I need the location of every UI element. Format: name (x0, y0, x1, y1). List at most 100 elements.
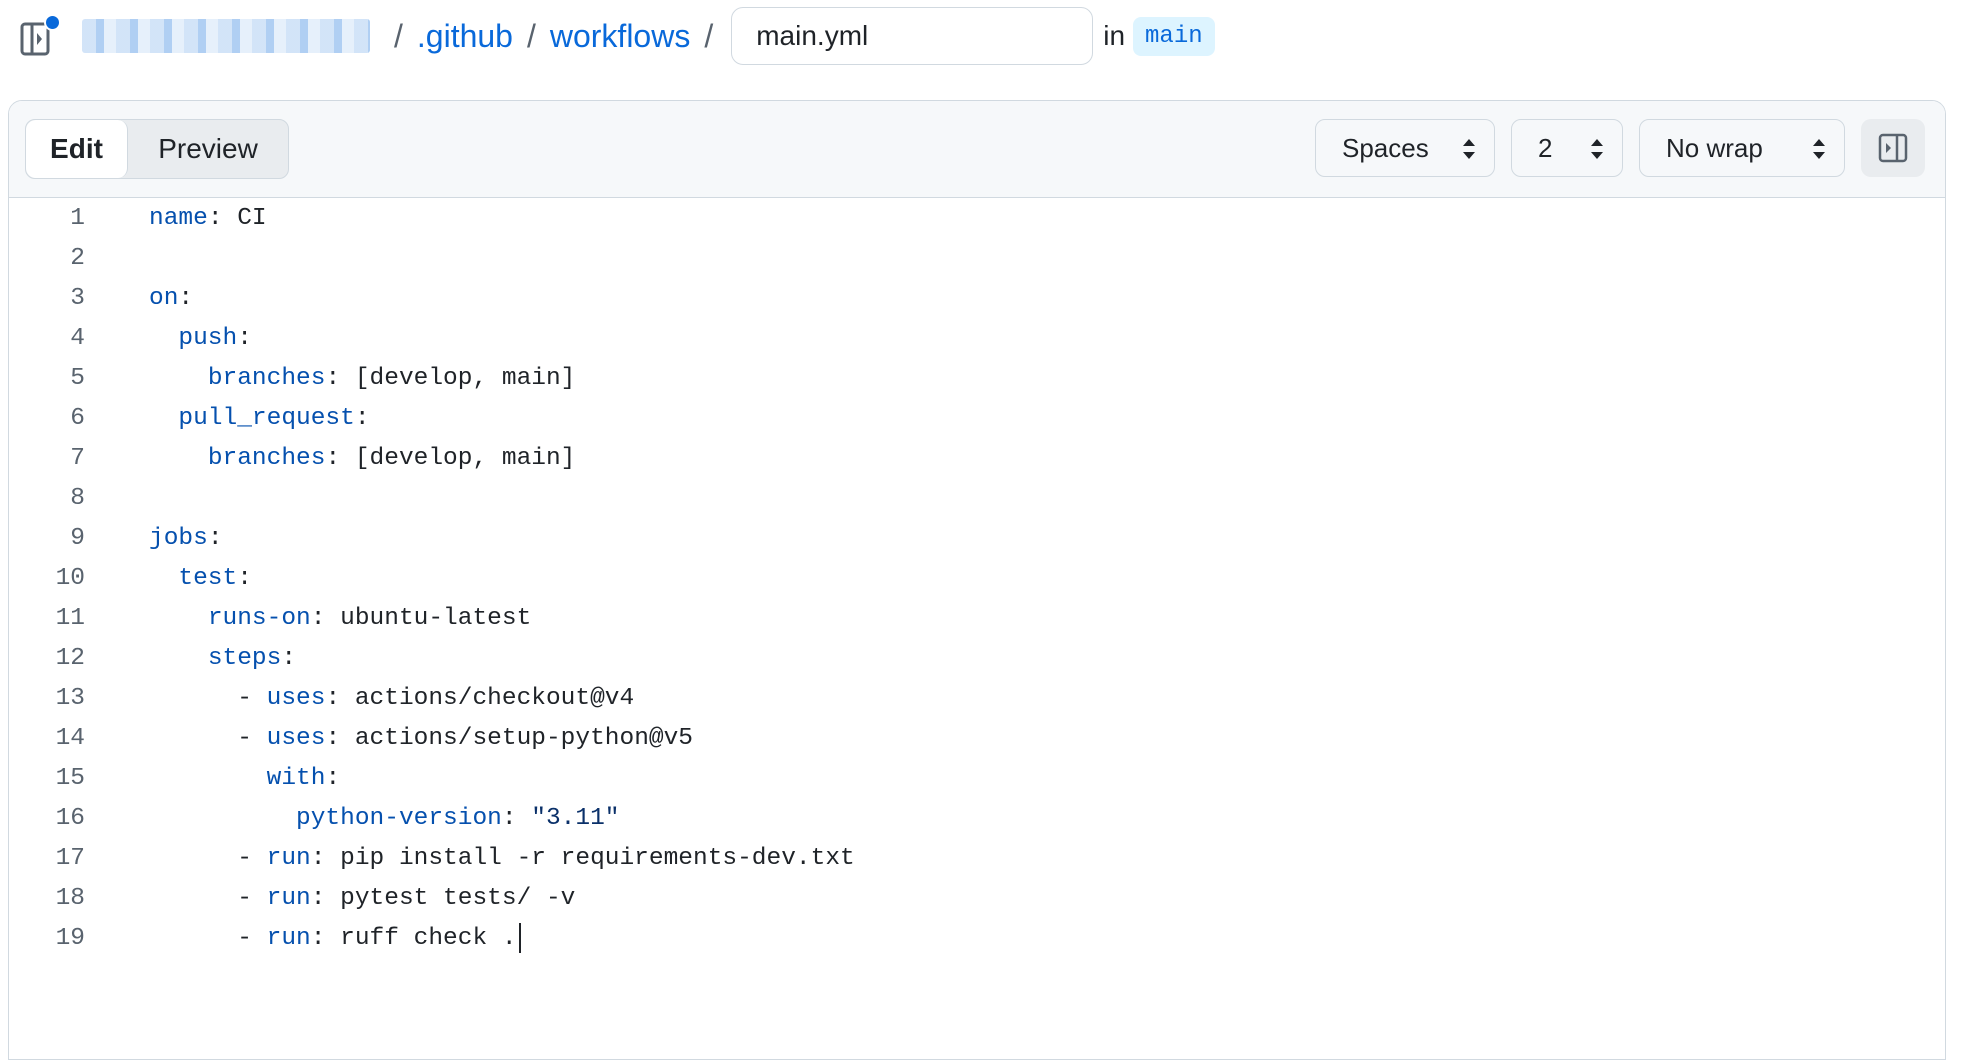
line-text: steps: (149, 639, 296, 679)
code-line[interactable]: 17 - run: pip install -r requirements-de… (9, 839, 1945, 879)
file-header: / .github / workflows / in main (0, 0, 1962, 90)
line-text: - uses: actions/setup-python@v5 (149, 719, 693, 759)
line-number: 9 (70, 525, 85, 552)
breadcrumb: / .github / workflows / in main (82, 6, 1215, 66)
code-line[interactable]: 5 branches: [develop, main] (9, 359, 1945, 399)
indent-size-value: 2 (1538, 132, 1553, 163)
breadcrumb-separator: / (704, 17, 714, 54)
wrap-mode-value: No wrap (1666, 132, 1763, 163)
yaml-key: python-version (296, 805, 502, 832)
yaml-text: : (178, 285, 194, 312)
yaml-text (149, 765, 267, 792)
yaml-key: pull_request (178, 405, 355, 432)
code-line[interactable]: 19 - run: ruff check . (9, 919, 1945, 959)
code-lines[interactable]: 1 name: CI 2 3 on: 4 push: 5 branches: [develo… (9, 199, 1945, 959)
line-number: 4 (70, 325, 85, 352)
yaml-text: : [develop, main] (325, 445, 576, 472)
yaml-text: : [develop, main] (325, 365, 576, 392)
breadcrumb-separator: / (394, 17, 403, 54)
select-arrows-icon (1591, 139, 1603, 159)
toggle-side-panel-button[interactable] (1861, 119, 1925, 177)
code-line[interactable]: 6 pull_request: (9, 399, 1945, 439)
select-arrows-icon (1463, 139, 1475, 159)
line-text: branches: [develop, main] (149, 359, 576, 399)
code-line[interactable]: 3 on: (9, 279, 1945, 319)
code-line[interactable]: 15 with: (9, 759, 1945, 799)
branch-badge: main (1133, 16, 1215, 56)
yaml-text: : (237, 325, 252, 352)
yaml-text (149, 325, 178, 352)
code-line[interactable]: 10 test: (9, 559, 1945, 599)
line-text: test: (149, 559, 252, 599)
yaml-text: : CI (207, 205, 267, 232)
code-line[interactable]: 7 branches: [develop, main] (9, 439, 1945, 479)
edit-preview-toggle: Edit Preview (25, 119, 289, 179)
yaml-key: on (149, 285, 179, 312)
line-number: 7 (70, 445, 85, 472)
tab-preview[interactable]: Preview (128, 120, 288, 178)
code-line[interactable]: 11 runs-on: ubuntu-latest (9, 599, 1945, 639)
yaml-text (149, 565, 178, 592)
code-line[interactable]: 16 python-version: "3.11" (9, 799, 1945, 839)
indent-mode-select[interactable]: Spaces (1315, 119, 1495, 177)
yaml-string: "3.11" (531, 805, 620, 832)
line-text: with: (149, 759, 341, 799)
code-line[interactable]: 2 (9, 239, 1945, 279)
yaml-key: run (266, 925, 311, 952)
line-number: 2 (70, 245, 85, 272)
yaml-text: - (149, 925, 267, 952)
line-number: 1 (70, 205, 85, 232)
line-number: 16 (55, 805, 85, 832)
yaml-text: - (149, 725, 267, 752)
repo-owner-link-redacted[interactable] (82, 19, 370, 53)
line-text: - run: pip install -r requirements-dev.t… (149, 839, 855, 879)
line-text: python-version: "3.11" (149, 799, 620, 839)
yaml-text: : (281, 645, 297, 672)
yaml-key: test (178, 565, 238, 592)
yaml-key: with (266, 765, 326, 792)
code-line[interactable]: 9 jobs: (9, 519, 1945, 559)
line-text: jobs: (149, 519, 223, 559)
code-line[interactable]: 8 (9, 479, 1945, 519)
yaml-text: : (354, 405, 370, 432)
yaml-key: jobs (149, 525, 208, 552)
breadcrumb-github-dir[interactable]: .github (417, 18, 513, 55)
code-line[interactable]: 14 - uses: actions/setup-python@v5 (9, 719, 1945, 759)
yaml-text (149, 445, 208, 472)
code-line[interactable]: 1 name: CI (9, 199, 1945, 239)
code-line[interactable]: 4 push: (9, 319, 1945, 359)
yaml-text: - (149, 685, 267, 712)
line-number: 13 (55, 685, 85, 712)
breadcrumb-workflows-dir[interactable]: workflows (550, 18, 690, 55)
line-number: 3 (70, 285, 85, 312)
yaml-text: - (149, 845, 267, 872)
wrap-mode-select[interactable]: No wrap (1639, 119, 1845, 177)
line-text: pull_request: (149, 399, 370, 439)
filename-input[interactable] (731, 7, 1094, 65)
line-number: 18 (55, 885, 85, 912)
select-arrows-icon (1813, 139, 1825, 159)
notification-dot (44, 14, 61, 31)
yaml-text: : pip install -r requirements-dev.txt (310, 845, 855, 872)
yaml-text (149, 805, 296, 832)
tab-edit[interactable]: Edit (26, 120, 128, 178)
code-line[interactable]: 13 - uses: actions/checkout@v4 (9, 679, 1945, 719)
file-tree-toggle-button[interactable] (20, 14, 61, 56)
yaml-text: : ruff check . (310, 925, 517, 952)
line-number: 5 (70, 365, 85, 392)
yaml-key: runs-on (207, 605, 311, 632)
yaml-text: : (325, 765, 341, 792)
code-line[interactable]: 18 - run: pytest tests/ -v (9, 879, 1945, 919)
code-line[interactable]: 12 steps: (9, 639, 1945, 679)
line-number: 10 (55, 565, 85, 592)
indent-size-select[interactable]: 2 (1511, 119, 1623, 177)
line-text: - run: pytest tests/ -v (149, 879, 575, 919)
code-editor: Edit Preview Spaces 2 No wrap 1 name: CI… (8, 100, 1946, 1060)
yaml-text (149, 605, 208, 632)
yaml-key: steps (207, 645, 282, 672)
line-number: 6 (70, 405, 85, 432)
line-number: 14 (55, 725, 85, 752)
yaml-key: name (149, 205, 208, 232)
line-text: runs-on: ubuntu-latest (149, 599, 531, 639)
yaml-key: branches (207, 445, 326, 472)
